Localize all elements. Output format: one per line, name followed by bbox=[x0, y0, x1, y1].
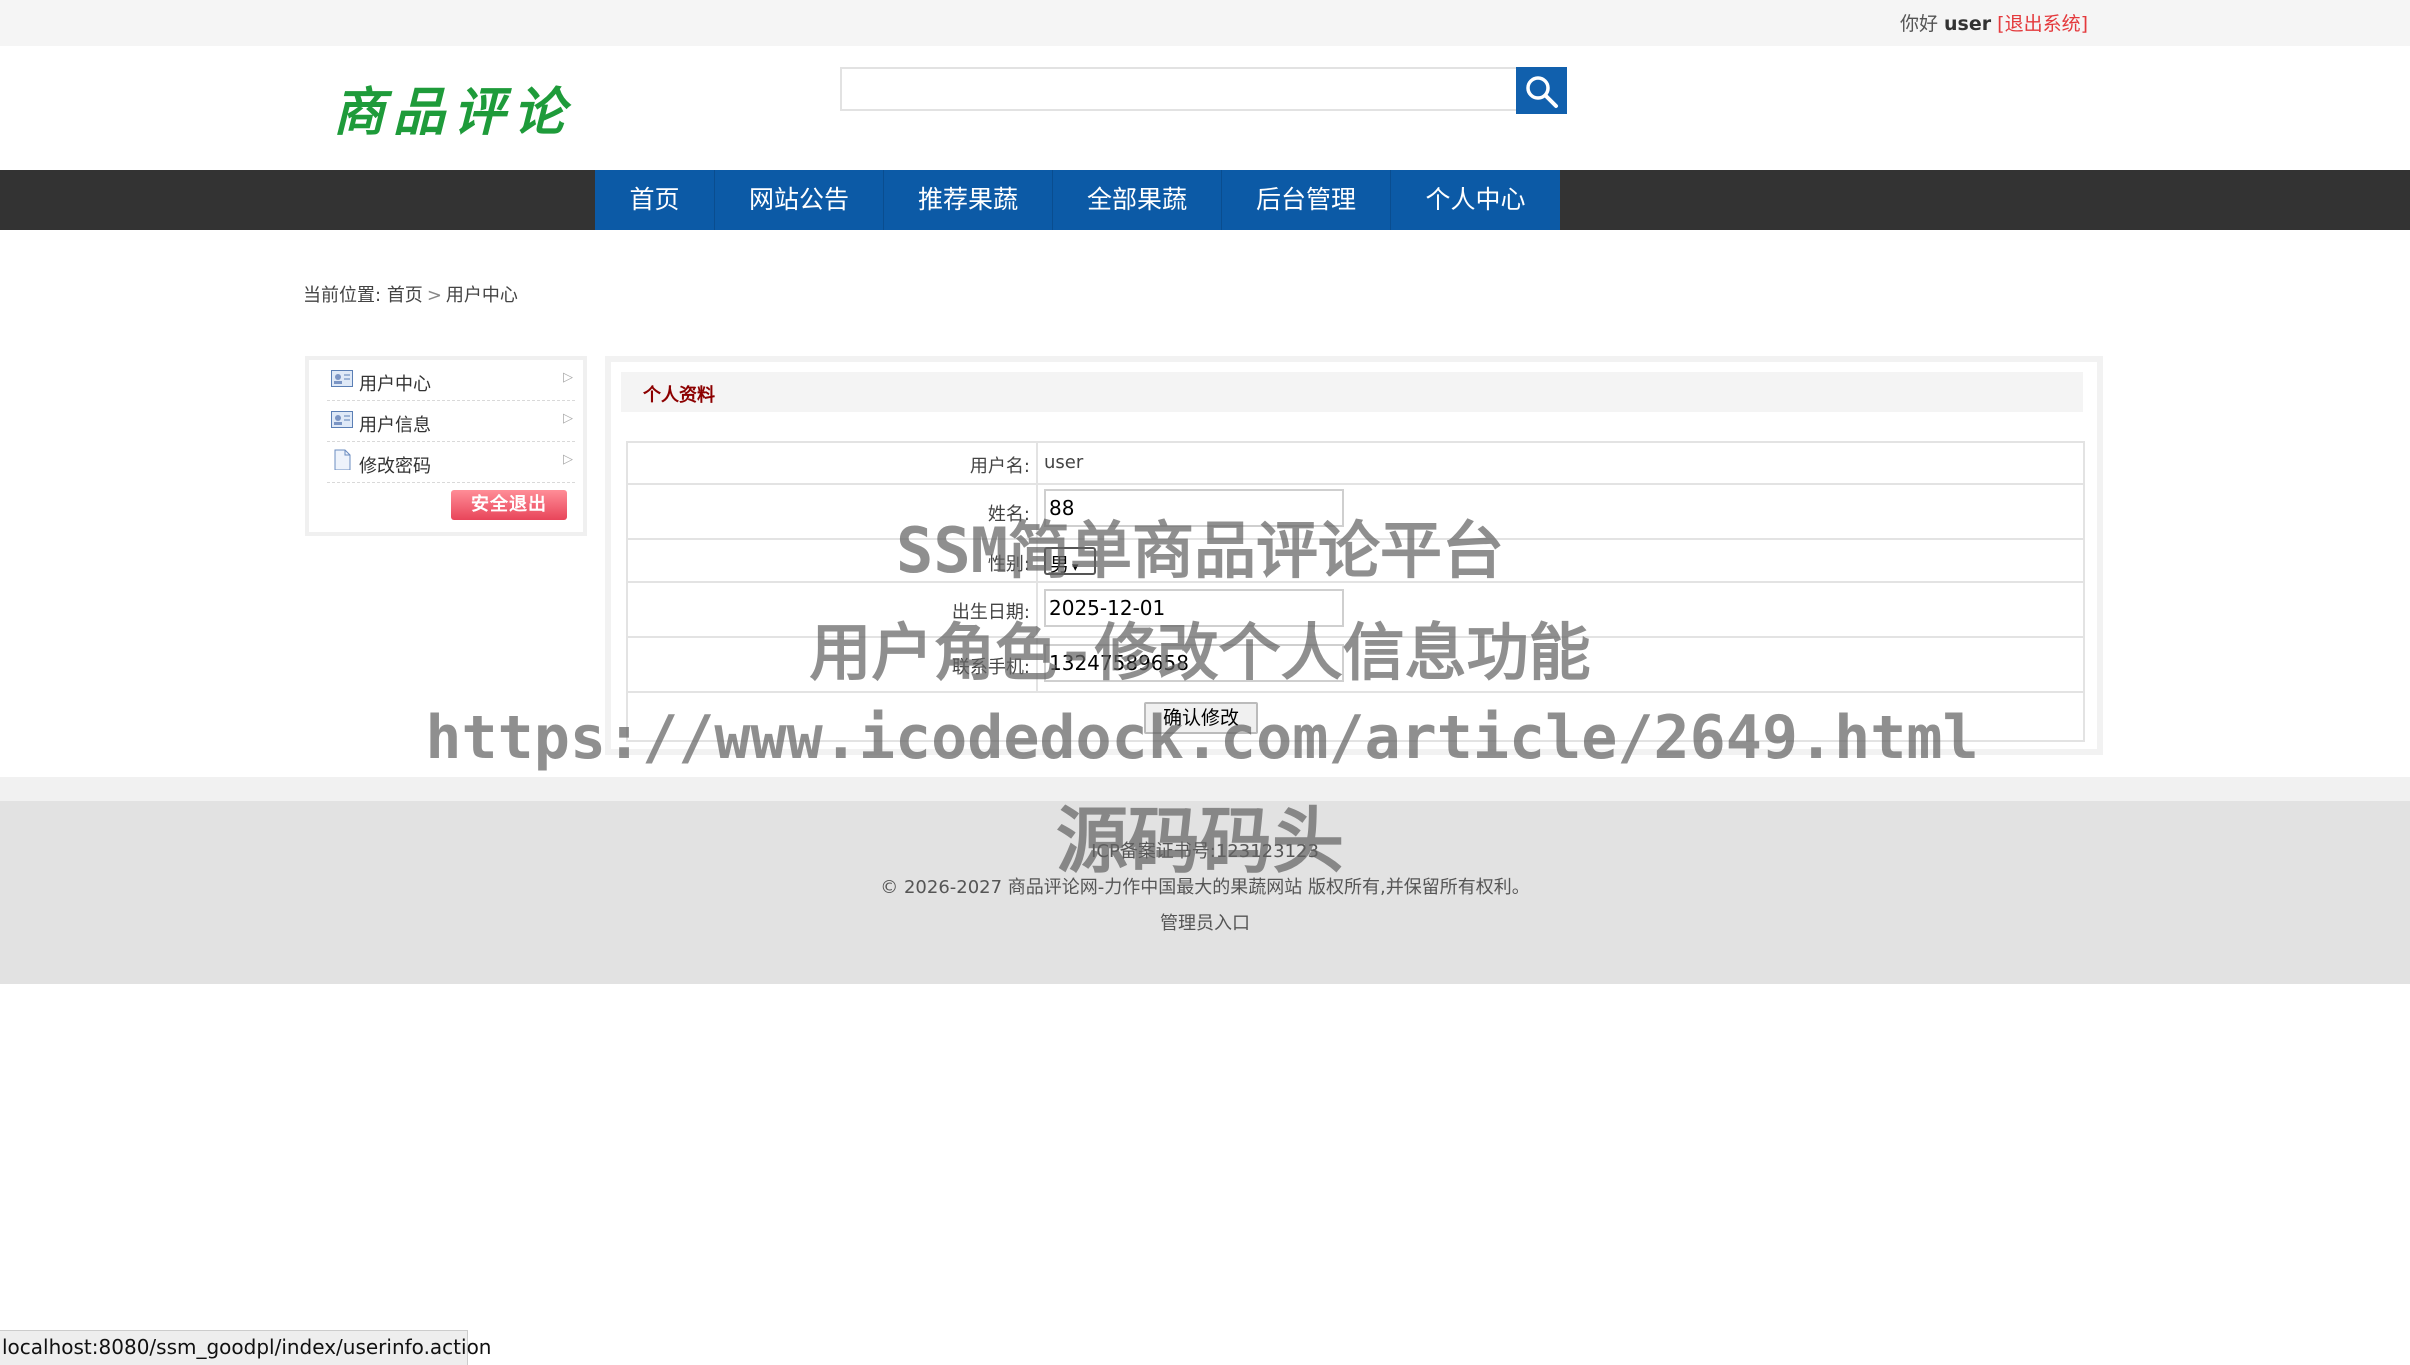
search-button[interactable] bbox=[1516, 67, 1567, 114]
document-icon bbox=[334, 449, 351, 470]
panel-header: 个人资料 bbox=[621, 372, 2083, 412]
main-nav-menu: 首页 网站公告 推荐果蔬 全部果蔬 后台管理 个人中心 bbox=[595, 170, 1560, 230]
sidebar-item-label: 用户中心 bbox=[359, 374, 431, 395]
user-card-icon bbox=[331, 411, 353, 428]
breadcrumb: 当前位置: 首页 > 用户中心 bbox=[303, 281, 518, 307]
user-greeting: 你好 user [退出系统] bbox=[1900, 9, 2088, 36]
site-logo[interactable]: 商品评论 bbox=[333, 70, 573, 145]
nav-item-announcements[interactable]: 网站公告 bbox=[715, 170, 884, 230]
sidebar-item-change-password[interactable]: 修改密码 ▷ bbox=[327, 442, 575, 483]
nav-item-recommended[interactable]: 推荐果蔬 bbox=[884, 170, 1053, 230]
sidebar-item-user-center[interactable]: 用户中心 ▷ bbox=[327, 360, 575, 401]
watermark-brand: 源码码头 bbox=[1055, 799, 1344, 883]
greeting-username: user bbox=[1944, 13, 1992, 35]
logout-link[interactable]: [退出系统] bbox=[1997, 13, 2088, 35]
chevron-right-icon: ▷ bbox=[563, 452, 573, 467]
profile-form: 用户名: user 姓名: 88 性别: 男 ▾ 出生日期: 2025-12-01… bbox=[626, 441, 2085, 742]
watermark-subtitle: 用户角色-修改个人信息功能 bbox=[809, 616, 1591, 689]
username-value: user bbox=[1044, 452, 1084, 473]
breadcrumb-separator: > bbox=[426, 285, 442, 306]
column-divider bbox=[1036, 443, 1038, 483]
breadcrumb-prefix: 当前位置: bbox=[303, 285, 382, 306]
footer-admin-link[interactable]: 管理员入口 bbox=[0, 909, 2410, 935]
chevron-right-icon: ▷ bbox=[563, 411, 573, 426]
breadcrumb-home[interactable]: 首页 bbox=[387, 285, 423, 306]
form-row-username: 用户名: user bbox=[628, 443, 2083, 485]
nav-item-home[interactable]: 首页 bbox=[595, 170, 715, 230]
search-icon bbox=[1526, 76, 1558, 108]
watermark-url: https://www.icodedock.com/article/2649.h… bbox=[425, 703, 1979, 773]
browser-status-bar: localhost:8080/ssm_goodpl/index/userinfo… bbox=[0, 1330, 491, 1365]
sidebar-item-label: 修改密码 bbox=[359, 456, 431, 477]
chevron-right-icon: ▷ bbox=[563, 370, 573, 385]
nav-item-all-products[interactable]: 全部果蔬 bbox=[1053, 170, 1222, 230]
search-input[interactable] bbox=[840, 67, 1516, 111]
watermark-title: SSM简单商品评论平台 bbox=[896, 514, 1504, 587]
sidebar-item-user-info[interactable]: 用户信息 ▷ bbox=[327, 401, 575, 442]
greeting-text: 你好 bbox=[1899, 13, 1938, 35]
username-label: 用户名: bbox=[969, 456, 1030, 477]
panel-title: 个人资料 bbox=[643, 385, 715, 406]
nav-item-personal-center[interactable]: 个人中心 bbox=[1391, 170, 1560, 230]
nav-item-admin[interactable]: 后台管理 bbox=[1222, 170, 1391, 230]
top-bar: 你好 user [退出系统] bbox=[0, 0, 2410, 46]
main-nav-bar: 首页 网站公告 推荐果蔬 全部果蔬 后台管理 个人中心 bbox=[0, 170, 2410, 230]
breadcrumb-current: 用户中心 bbox=[445, 285, 518, 306]
sidebar-item-label: 用户信息 bbox=[359, 415, 431, 436]
user-card-icon bbox=[331, 370, 353, 387]
